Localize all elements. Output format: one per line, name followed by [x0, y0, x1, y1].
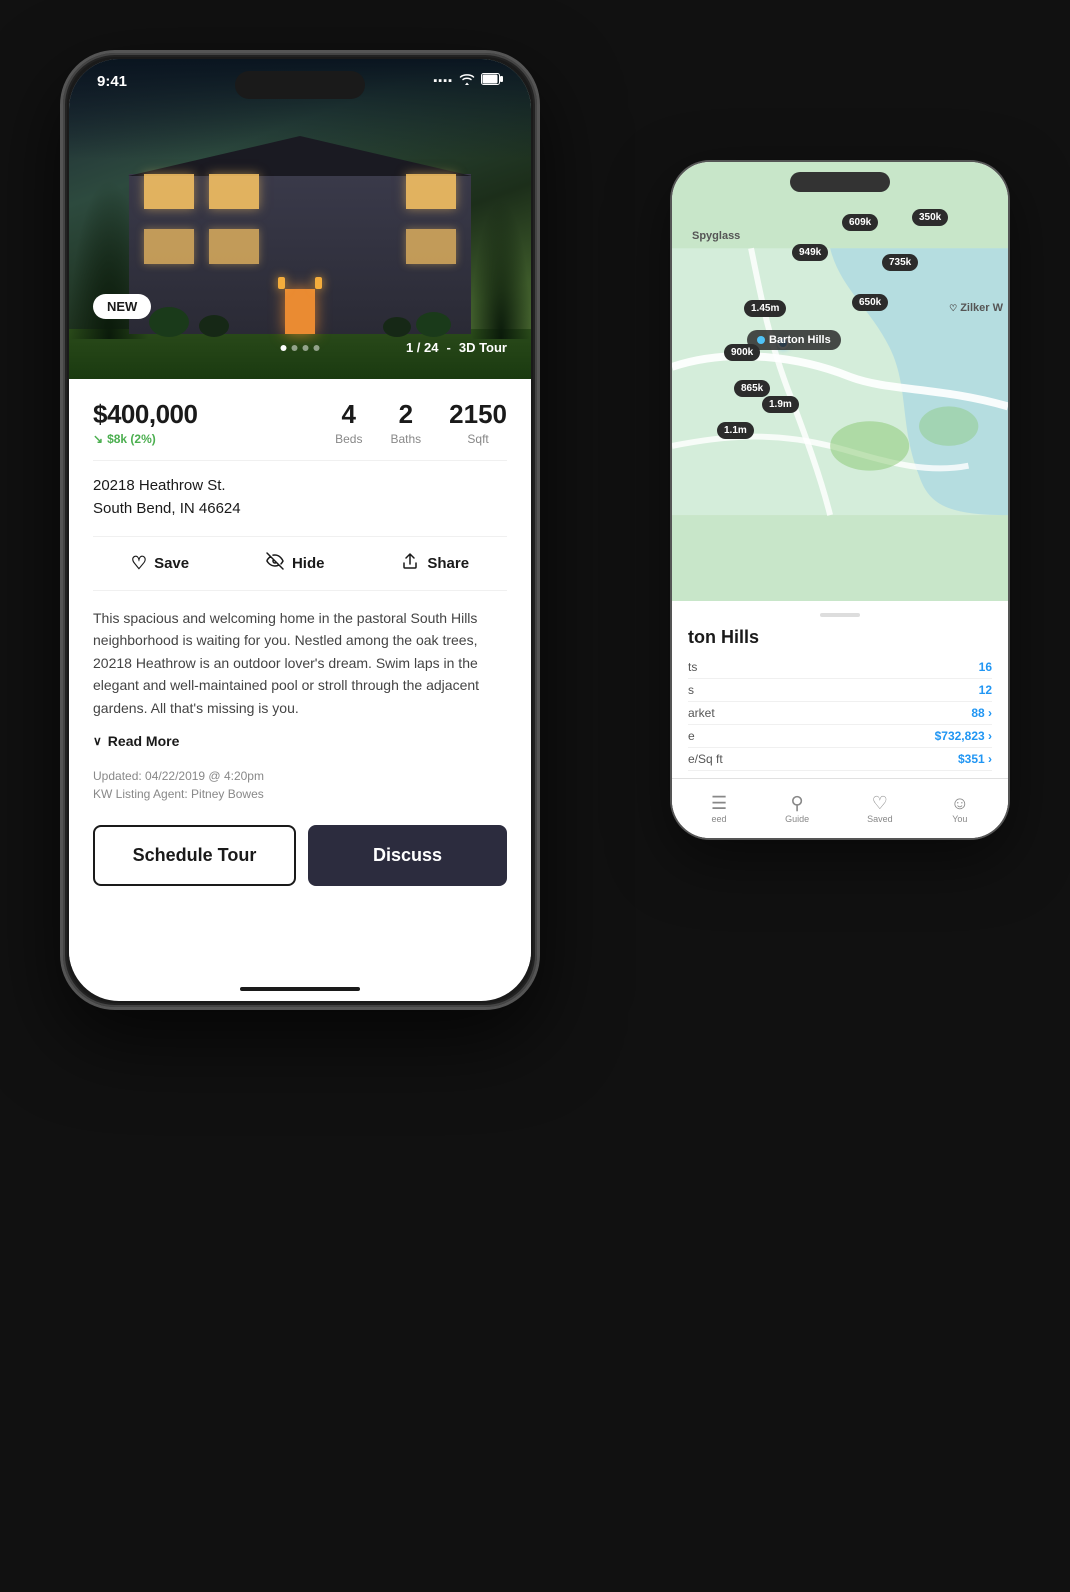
- price-row: $400,000 ↘ $8k (2%) 4 Beds 2: [93, 399, 507, 446]
- address-line2: South Bend, IN 46624: [93, 498, 507, 521]
- read-more-button[interactable]: ∨ Read More: [93, 733, 507, 749]
- front-phone: 9:41 ▪▪▪▪: [60, 50, 540, 1010]
- bottom-actions: Schedule Tour Discuss: [93, 825, 507, 906]
- price-145m[interactable]: 1.45m: [744, 300, 786, 317]
- nav-guide[interactable]: ⚲ Guide: [785, 794, 809, 824]
- price-11m[interactable]: 1.1m: [717, 422, 754, 439]
- nav-feed[interactable]: ☰ eed: [711, 794, 727, 824]
- price-609k[interactable]: 609k: [842, 214, 878, 231]
- price-value: $400,000: [93, 399, 197, 430]
- price-650k[interactable]: 650k: [852, 294, 888, 311]
- home-bar-area: [69, 926, 531, 966]
- nav-saved[interactable]: ♡ Saved: [867, 794, 893, 824]
- price-949k[interactable]: 949k: [792, 244, 828, 261]
- status-time: 9:41: [97, 73, 127, 90]
- share-button[interactable]: Share: [400, 551, 469, 576]
- back-phone: Barton Hills Spyglass ♡ Zilker W 609k 35…: [670, 160, 1010, 840]
- info-row-2: s 12: [688, 679, 992, 702]
- battery-icon: [481, 73, 503, 88]
- agent-text: KW Listing Agent: Pitney Bowes: [93, 787, 507, 801]
- address-block: 20218 Heathrow St. South Bend, IN 46624: [93, 460, 507, 520]
- price-19m[interactable]: 1.9m: [762, 396, 799, 413]
- drag-handle: [820, 613, 860, 617]
- price-change: ↘ $8k (2%): [93, 432, 197, 446]
- dot-2: [292, 345, 298, 351]
- info-row-1: ts 16: [688, 656, 992, 679]
- listing-content: $400,000 ↘ $8k (2%) 4 Beds 2: [69, 379, 531, 926]
- price-delta: $8k (2%): [107, 432, 156, 446]
- zilker-label: ♡ Zilker W: [949, 302, 1003, 314]
- area-title: ton Hills: [688, 627, 992, 648]
- info-row-3: arket 88 ›: [688, 702, 992, 725]
- dot-1: [281, 345, 287, 351]
- price-735k[interactable]: 735k: [882, 254, 918, 271]
- share-icon: [400, 551, 420, 576]
- stat-sqft: 2150 Sqft: [449, 399, 507, 446]
- image-dots: [281, 345, 320, 351]
- price-350k[interactable]: 350k: [912, 209, 948, 226]
- hide-button[interactable]: Hide: [265, 551, 325, 576]
- updated-text: Updated: 04/22/2019 @ 4:20pm: [93, 769, 507, 783]
- address-line1: 20218 Heathrow St.: [93, 475, 507, 498]
- price-arrow: ↘: [93, 432, 103, 446]
- chevron-down-icon: ∨: [93, 734, 102, 748]
- price-865k[interactable]: 865k: [734, 380, 770, 397]
- price-block: $400,000 ↘ $8k (2%): [93, 399, 197, 446]
- signal-icon: ▪▪▪▪: [433, 75, 453, 87]
- stat-beds: 4 Beds: [335, 399, 362, 446]
- dot-4: [314, 345, 320, 351]
- description-text: This spacious and welcoming home in the …: [93, 607, 507, 719]
- dot-3: [303, 345, 309, 351]
- stat-baths: 2 Baths: [390, 399, 421, 446]
- action-row: ♡ Save Hide: [93, 536, 507, 591]
- home-indicator: [240, 987, 360, 991]
- discuss-button[interactable]: Discuss: [308, 825, 507, 886]
- save-button[interactable]: ♡ Save: [131, 553, 189, 574]
- barton-hills-label[interactable]: Barton Hills: [747, 330, 841, 350]
- house-body: [129, 154, 471, 334]
- schedule-tour-button[interactable]: Schedule Tour: [93, 825, 296, 886]
- info-row-4: e $732,823 ›: [688, 725, 992, 748]
- notch: [235, 71, 365, 99]
- wifi-icon: [459, 73, 475, 88]
- image-counter: 1 / 24 - 3D Tour: [406, 340, 507, 355]
- back-phone-notch: [790, 172, 890, 192]
- spyglass-label: Spyglass: [692, 230, 740, 242]
- 3d-tour-label[interactable]: 3D Tour: [459, 340, 507, 355]
- info-row-5: e/Sq ft $351 ›: [688, 748, 992, 771]
- nav-you[interactable]: ☺ You: [951, 794, 969, 824]
- hide-icon: [265, 551, 285, 576]
- price-900k[interactable]: 900k: [724, 344, 760, 361]
- heart-icon: ♡: [131, 553, 147, 574]
- scroll-content[interactable]: NEW 1 / 24 - 3D Tour: [69, 59, 531, 1001]
- phone-screen: 9:41 ▪▪▪▪: [69, 59, 531, 1001]
- back-phone-bottom-nav: ☰ eed ⚲ Guide ♡ Saved ☺ You: [672, 778, 1008, 838]
- stats-row: 4 Beds 2 Baths 2150 Sqft: [335, 399, 507, 446]
- map-view[interactable]: Barton Hills Spyglass ♡ Zilker W 609k 35…: [672, 162, 1008, 601]
- status-icons: ▪▪▪▪: [433, 73, 503, 88]
- new-badge: NEW: [93, 294, 151, 319]
